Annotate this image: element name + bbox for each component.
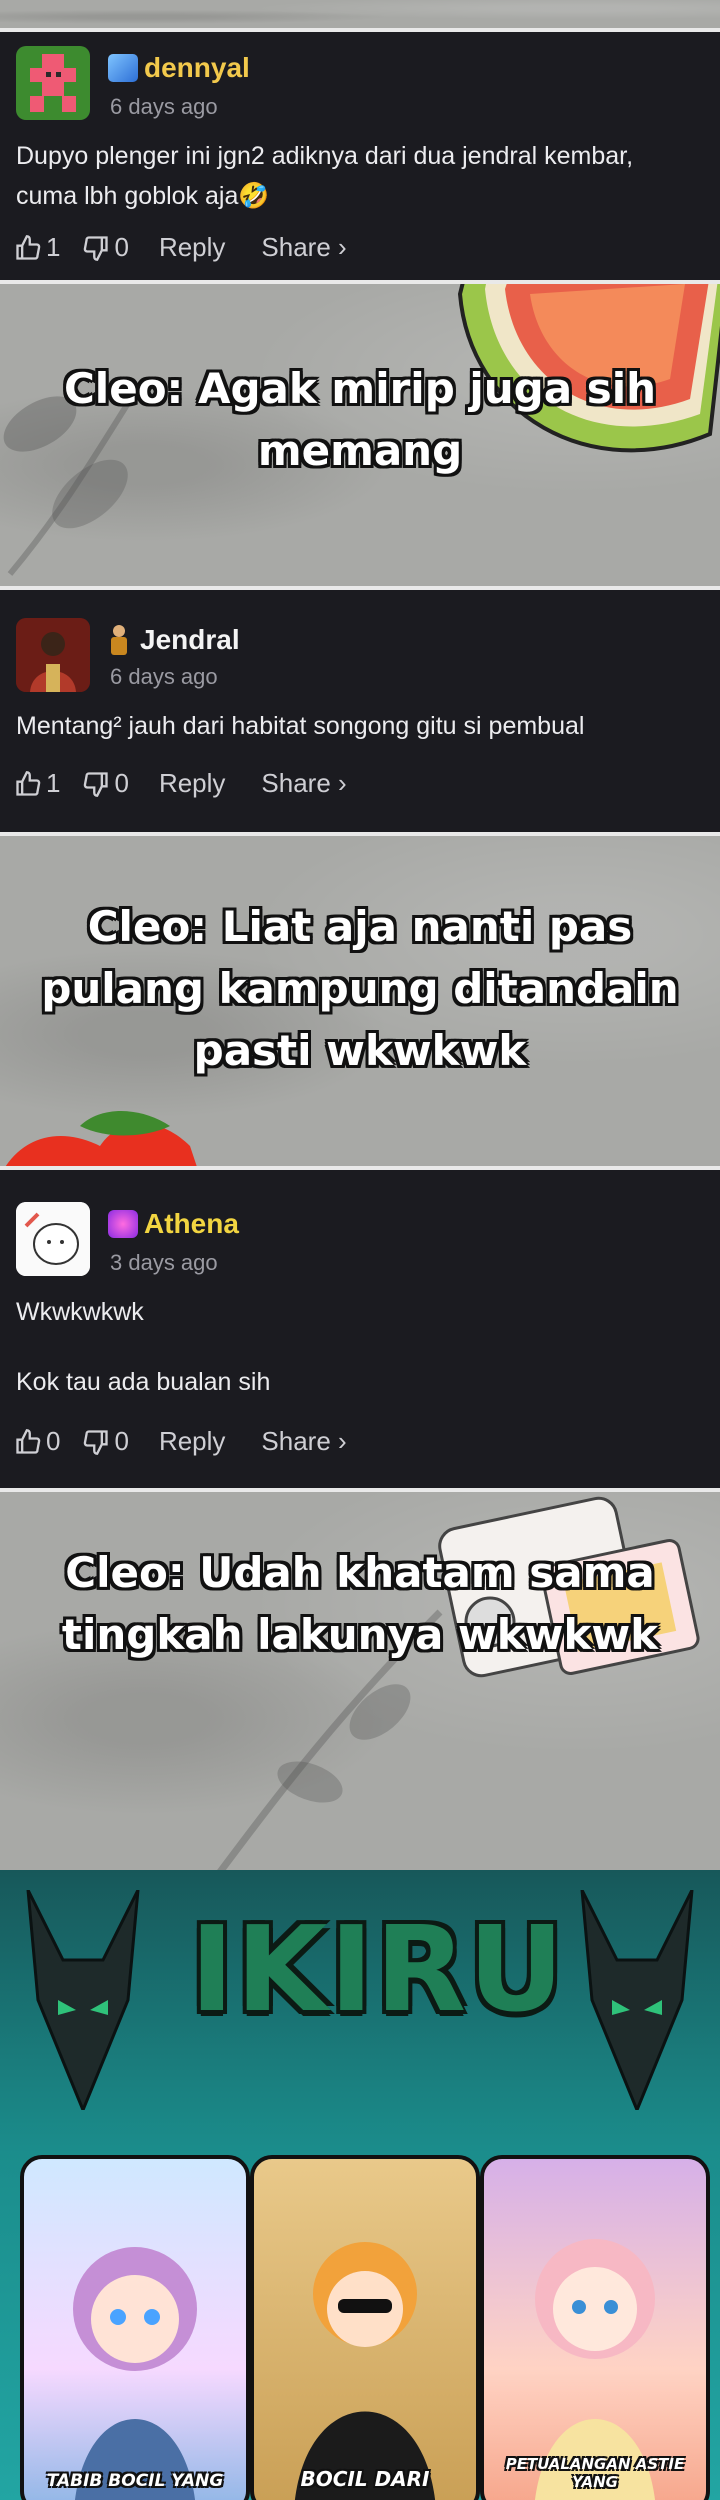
card-title: TABIB BOCIL YANG (46, 2471, 224, 2491)
caption-line: pasti wkwkwk (193, 1026, 527, 1075)
like-button[interactable]: 0 (14, 1426, 60, 1457)
like-count: 0 (46, 1426, 61, 1456)
avatar[interactable] (16, 618, 90, 692)
username: Athena (144, 1208, 239, 1239)
comment-card: dennyal 6 days ago Dupyo plenger ini jgn… (0, 32, 720, 280)
share-button[interactable]: Share › (261, 768, 346, 799)
share-button[interactable]: Share › (261, 232, 346, 263)
comic-panel: Cleo: Liat aja nanti pas pulang kampung … (0, 836, 720, 1166)
comic-panel: Cleo: Udah khatam sama tingkah lakunya w… (0, 1492, 720, 1870)
like-button[interactable]: 1 (14, 232, 60, 263)
reply-button[interactable]: Reply (159, 232, 225, 263)
anubis-mask-icon (580, 1890, 694, 2110)
caption-line: Cleo: Liat aja nanti pas (87, 902, 633, 951)
manga-card[interactable]: TABIB BOCIL YANG (20, 2155, 250, 2500)
comment-text: Wkwkwkwk Kok tau ada bualan sih (16, 1292, 708, 1402)
comment-card: Athena 3 days ago Wkwkwkwk Kok tau ada b… (0, 1170, 720, 1488)
comment-line: Kok tau ada bualan sih (16, 1368, 271, 1396)
dislike-count: 0 (114, 768, 129, 798)
speech-caption: Cleo: Udah khatam sama tingkah lakunya w… (40, 1542, 680, 1666)
comment-text: Dupyo plenger ini jgn2 adiknya dari dua … (16, 136, 708, 216)
timestamp: 6 days ago (110, 94, 218, 119)
speech-caption: Cleo: Liat aja nanti pas pulang kampung … (40, 896, 680, 1082)
manga-card[interactable]: BOCIL DARI (250, 2155, 480, 2500)
username-row[interactable]: dennyal (108, 52, 250, 84)
thumbs-down-icon (84, 1429, 109, 1455)
avatar[interactable] (16, 1202, 90, 1276)
caption-line: Cleo: Agak mirip juga sih (63, 364, 657, 413)
dislike-button[interactable]: 0 (82, 232, 129, 263)
username: dennyal (144, 52, 250, 83)
character-portrait (295, 2242, 435, 2500)
comment-line: Wkwkwkwk (16, 1298, 144, 1326)
purple-crest-badge-icon (108, 1210, 138, 1238)
username-row[interactable]: Athena (108, 1208, 239, 1240)
dislike-button[interactable]: 0 (82, 1426, 129, 1457)
card-title: PETUALANGAN ASTIE YANG (505, 2455, 685, 2491)
comment-text: Mentang² jauh dari habitat songong gitu … (16, 706, 708, 746)
character-portrait (535, 2239, 655, 2500)
username: Jendral (140, 624, 240, 655)
tomato-illustration (5, 1111, 197, 1166)
comment-line: Dupyo plenger ini jgn2 adiknya dari dua … (16, 142, 634, 170)
comment-line: Mentang² jauh dari habitat songong gitu … (16, 712, 585, 740)
caption-line: pulang kampung ditandain (41, 964, 679, 1013)
figure-badge-icon (108, 625, 130, 655)
avatar[interactable] (16, 46, 90, 120)
character-portrait (73, 2247, 197, 2500)
thumbs-up-icon (16, 234, 41, 260)
like-count: 1 (46, 768, 61, 798)
anubis-mask-icon (26, 1890, 140, 2110)
caption-line: Cleo: Udah khatam sama (65, 1548, 655, 1597)
timestamp: 6 days ago (110, 664, 218, 689)
crystal-badge-icon (108, 54, 138, 82)
panel-strip-top (0, 0, 720, 28)
username-row[interactable]: Jendral (108, 624, 240, 656)
like-count: 1 (46, 232, 61, 262)
speech-caption: Cleo: Agak mirip juga sih memang (40, 358, 680, 482)
dislike-button[interactable]: 0 (82, 768, 129, 799)
dislike-count: 0 (114, 232, 129, 262)
promo-banner[interactable]: IKIRU TABIB BOCIL YANG BOCIL DARI PETUAL… (0, 1870, 720, 2500)
caption-line: tingkah lakunya wkwkwk (61, 1610, 659, 1659)
thumbs-up-icon (16, 1428, 41, 1454)
like-button[interactable]: 1 (14, 768, 60, 799)
comment-line: cuma lbh goblok aja🤣 (16, 182, 270, 210)
timestamp: 3 days ago (110, 1250, 218, 1275)
comment-card: Jendral 6 days ago Mentang² jauh dari ha… (0, 590, 720, 832)
card-title: BOCIL DARI (300, 2467, 430, 2491)
reply-button[interactable]: Reply (159, 1426, 225, 1457)
thumbs-up-icon (16, 770, 41, 796)
comic-panel: Cleo: Agak mirip juga sih memang (0, 284, 720, 586)
share-button[interactable]: Share › (261, 1426, 346, 1457)
thumbs-down-icon (84, 235, 109, 261)
thumbs-down-icon (84, 771, 109, 797)
site-logo[interactable]: IKIRU (190, 1900, 564, 2038)
dislike-count: 0 (114, 1426, 129, 1456)
reply-button[interactable]: Reply (159, 768, 225, 799)
manga-card[interactable]: PETUALANGAN ASTIE YANG (480, 2155, 710, 2500)
caption-line: memang (257, 426, 463, 475)
